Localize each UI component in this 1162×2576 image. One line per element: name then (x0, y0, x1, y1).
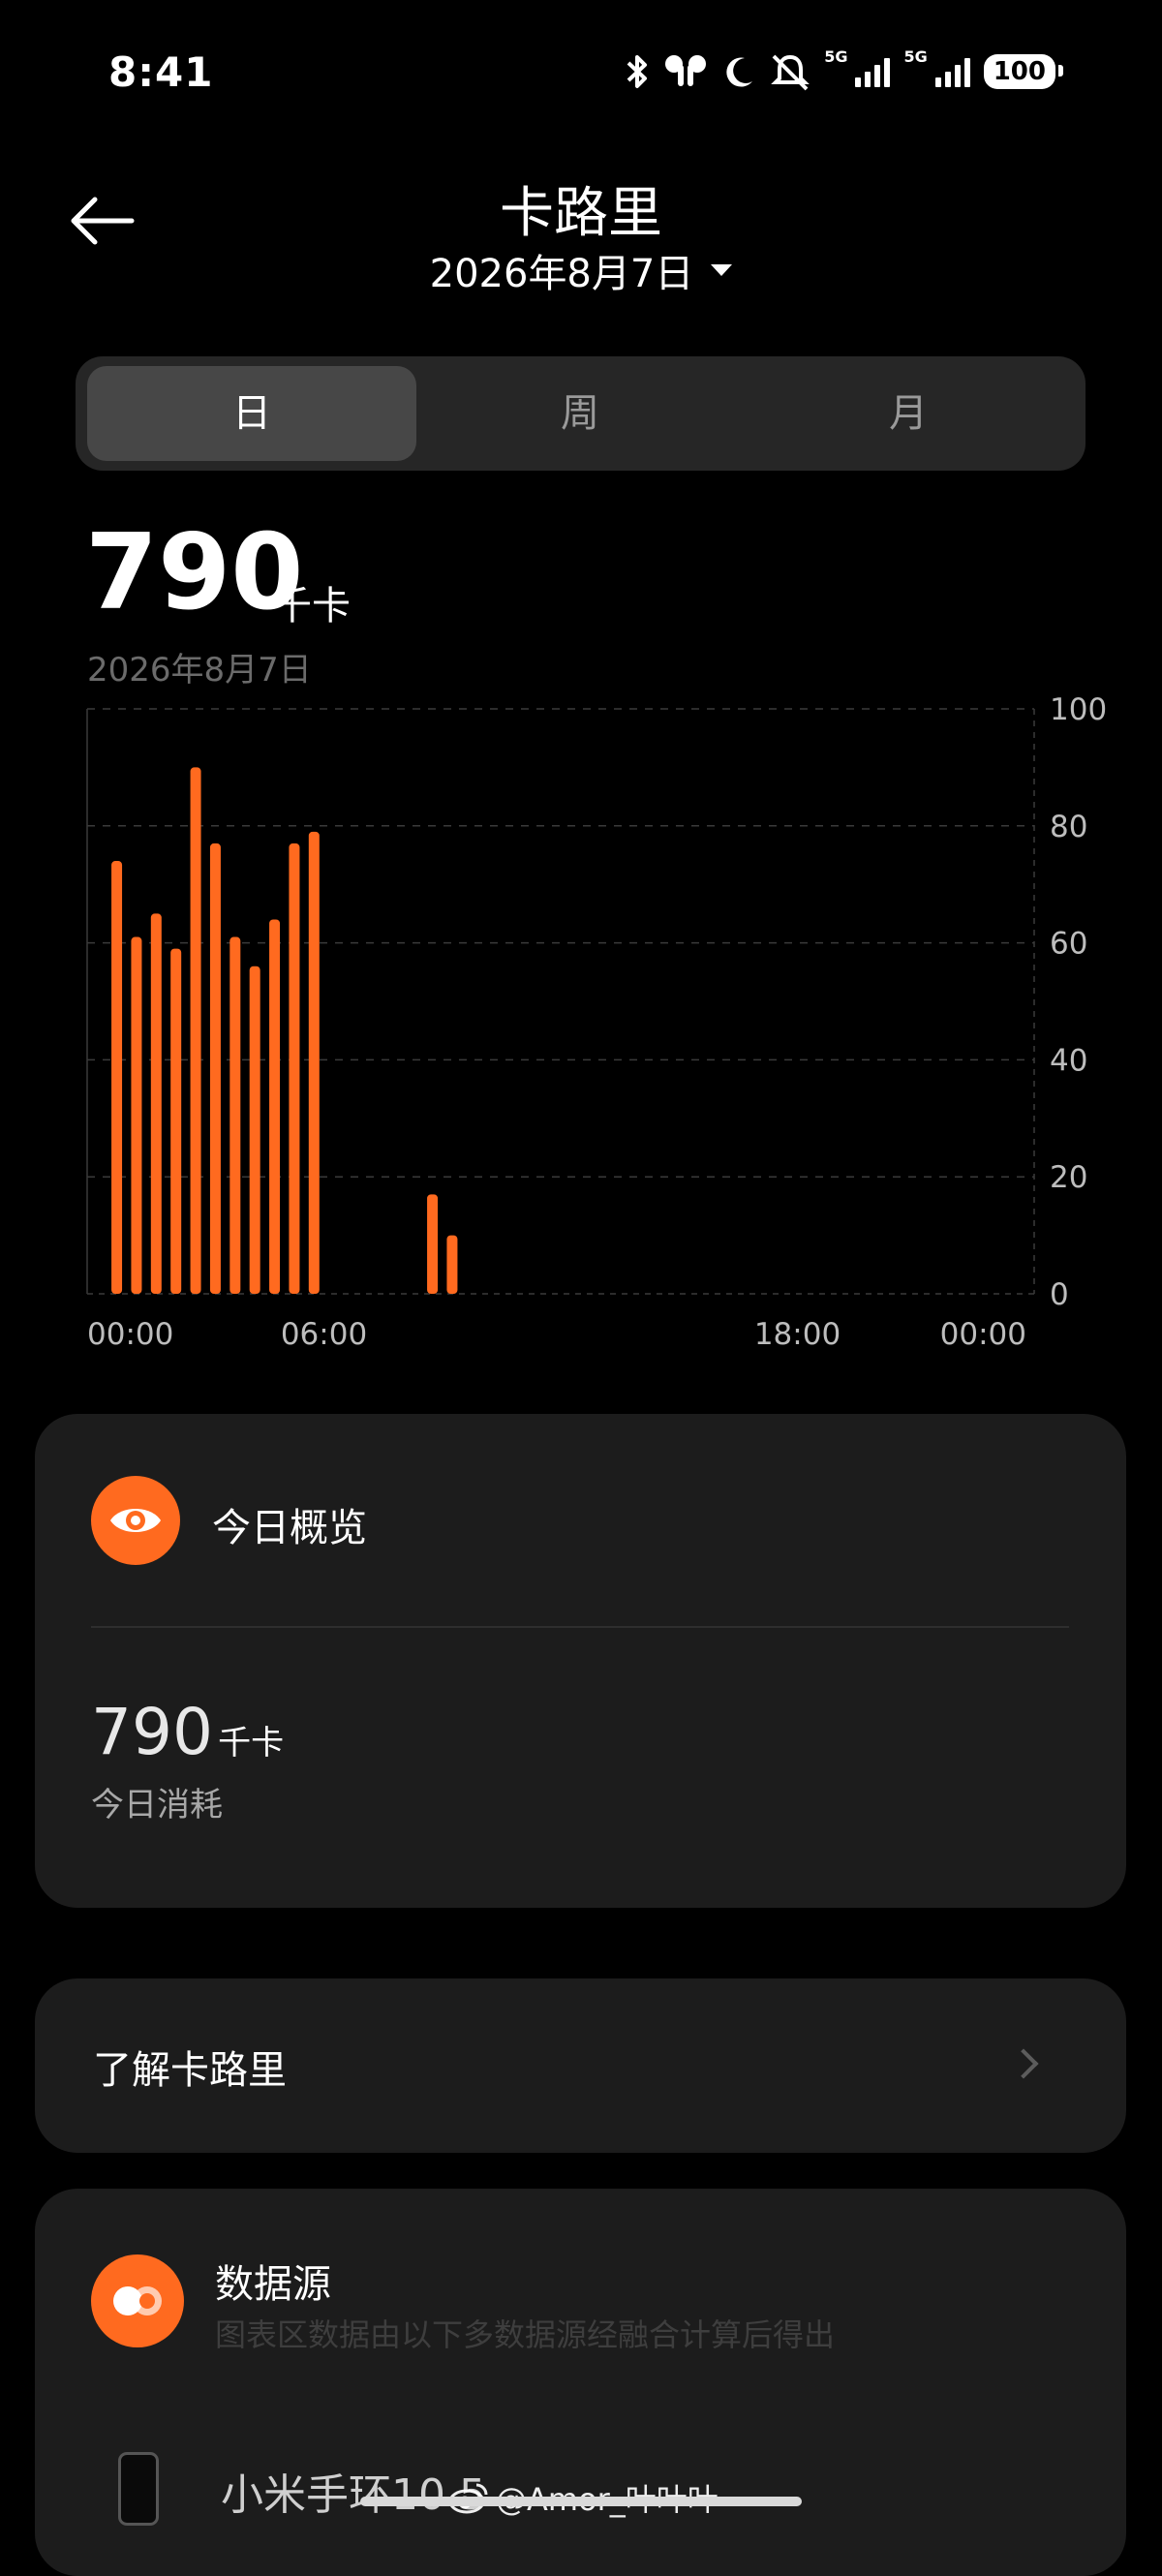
bar (427, 1194, 439, 1294)
y-tick-label: 0 (1050, 1277, 1069, 1312)
date-label: 2026年8月7日 (429, 252, 694, 296)
network-type-2: 5G (903, 46, 928, 66)
y-tick-label: 100 (1050, 692, 1107, 727)
calorie-unit: 千卡 (273, 584, 351, 629)
page-title: 卡路里 (500, 182, 662, 245)
battery-icon: 100 (983, 54, 1064, 89)
home-indicator[interactable] (360, 2497, 802, 2506)
tab-day[interactable]: 日 (87, 366, 416, 461)
overview-value: 790 (91, 1695, 213, 1769)
tab-month[interactable]: 月 (744, 366, 1073, 461)
x-tick-label: 00:00 (940, 1317, 1026, 1352)
overview-title: 今日概览 (212, 1506, 367, 1550)
status-time: 8:41 (108, 48, 214, 96)
bar (229, 936, 241, 1294)
overview-unit: 千卡 (218, 1724, 285, 1763)
divider (91, 1626, 1069, 1628)
data-source-icon (91, 2254, 184, 2347)
bar (150, 913, 162, 1294)
bar (190, 767, 201, 1294)
date-picker[interactable]: 2026年8月7日 (0, 242, 1162, 298)
bar (170, 948, 182, 1294)
mute-bell-icon (771, 54, 810, 91)
bar (289, 843, 300, 1294)
data-source-desc: 图表区数据由以下多数据源经融合计算后得出 (215, 2316, 836, 2353)
tab-week[interactable]: 周 (415, 366, 745, 461)
period-tabs: 日 周 月 (76, 356, 1086, 471)
calorie-total: 790 (85, 512, 304, 633)
x-tick-label: 18:00 (754, 1317, 841, 1352)
signal-icon (934, 56, 970, 87)
y-tick-label: 40 (1050, 1043, 1087, 1078)
x-tick-label: 06:00 (281, 1317, 367, 1352)
bar (249, 966, 260, 1294)
network-type-1: 5G (824, 46, 848, 66)
chevron-right-icon (1008, 2048, 1039, 2079)
calorie-bar-chart[interactable]: 100 80 60 40 20 0 00:00 06:00 18:00 00:00 (0, 678, 1162, 1375)
bar (269, 919, 281, 1294)
device-name[interactable]: 小米手环10 5 (221, 2460, 486, 2522)
overview-label: 今日消耗 (91, 1786, 223, 1825)
earbuds-icon (665, 55, 707, 86)
bar (308, 831, 320, 1294)
bar (111, 861, 123, 1294)
bar (446, 1235, 458, 1294)
bar (131, 936, 142, 1294)
dropdown-arrow-icon (711, 264, 733, 276)
bar (209, 843, 221, 1294)
learn-label: 了解卡路里 (93, 2048, 287, 2093)
signal-icon (855, 56, 891, 87)
x-tick-label: 00:00 (87, 1317, 173, 1352)
y-tick-label: 60 (1050, 927, 1087, 962)
band-device-icon (118, 2452, 159, 2526)
eye-icon (91, 1476, 180, 1565)
learn-calories-row[interactable]: 了解卡路里 (35, 1978, 1126, 2153)
moon-icon (726, 57, 753, 87)
status-icons: 5G 5G 100 (625, 47, 1064, 91)
data-source-title: 数据源 (215, 2262, 331, 2307)
y-tick-label: 20 (1050, 1160, 1087, 1195)
y-tick-label: 80 (1050, 810, 1087, 844)
bluetooth-icon (627, 55, 648, 88)
today-overview-card: 今日概览 790 千卡 今日消耗 (35, 1414, 1126, 1908)
